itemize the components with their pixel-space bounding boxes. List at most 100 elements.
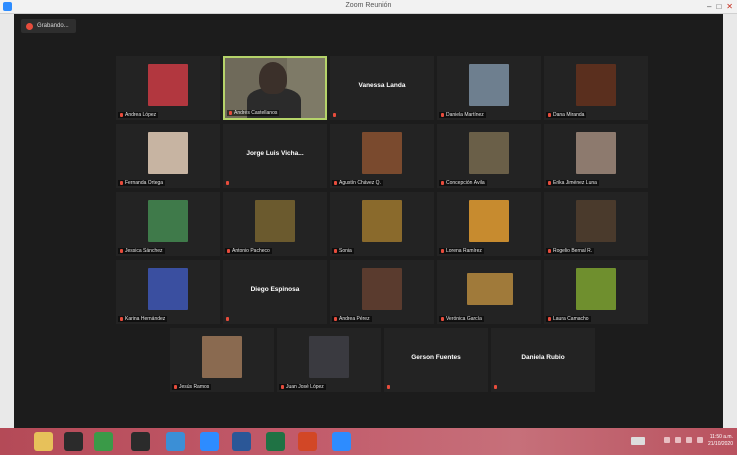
participant-tile[interactable]: Fernanda Ortega <box>116 124 220 188</box>
participant-avatar <box>362 268 402 310</box>
participant-avatar <box>362 200 402 242</box>
participant-tile[interactable]: Andrés Castellanos <box>223 56 327 120</box>
participant-tile[interactable]: Jessica Sánchez <box>116 192 220 256</box>
participant-avatar <box>576 132 616 174</box>
participant-name: Dana Miranda <box>553 112 585 118</box>
muted-mic-icon <box>548 248 551 253</box>
participant-name: Karina Hernández <box>125 316 166 322</box>
participant-tile[interactable]: Antonio Pacheco <box>223 192 327 256</box>
participant-name: Agustín Chávez Q. <box>339 180 381 186</box>
window-title: Zoom Reunión <box>345 2 392 9</box>
participant-tile[interactable]: Daniela Rubio <box>491 328 595 392</box>
tray-up-icon[interactable] <box>664 437 670 443</box>
muted-mic-icon <box>120 316 123 321</box>
battery-icon[interactable] <box>697 437 703 443</box>
participant-name: Concepción Ávila <box>446 180 485 186</box>
muted-mic-icon <box>226 317 229 321</box>
muted-mic-icon <box>334 248 337 253</box>
zoom-video-icon[interactable] <box>332 432 351 451</box>
keyboard-icon[interactable] <box>631 437 645 445</box>
participant-name-label: Jessica Sánchez <box>118 248 165 254</box>
participant-avatar <box>148 268 188 310</box>
participant-name-label: Karina Hernández <box>118 316 168 322</box>
participant-display-name: Vanessa Landa <box>358 82 406 89</box>
muted-mic-icon <box>548 112 551 117</box>
participant-tile[interactable]: Verónica García <box>437 260 541 324</box>
muted-mic-icon <box>226 181 229 185</box>
muted-mic-icon <box>441 180 444 185</box>
media-icon[interactable] <box>64 432 83 451</box>
recording-indicator[interactable]: Grabando... <box>21 19 76 33</box>
muted-mic-icon <box>281 384 284 389</box>
close-icon[interactable]: ✕ <box>726 1 733 12</box>
participant-name: Erika Jiménez Luna <box>553 180 597 186</box>
network-icon[interactable] <box>675 437 681 443</box>
participant-avatar <box>469 200 509 242</box>
participant-tile[interactable]: Jesús Ramos <box>170 328 274 392</box>
participant-avatar <box>576 64 616 106</box>
participant-name-label: Rogelio Bernal R. <box>546 248 595 254</box>
window-controls: – □ ✕ <box>707 1 733 12</box>
participant-display-name: Jorge Luis Vicha... <box>246 150 304 157</box>
powerpoint-icon[interactable] <box>298 432 317 451</box>
participant-name: Andrés Castellanos <box>234 110 278 116</box>
participant-name-label: Andrea López <box>118 112 159 118</box>
muted-mic-icon <box>120 248 123 253</box>
participant-name: Verónica García <box>446 316 482 322</box>
participant-tile[interactable]: Laura Camacho <box>544 260 648 324</box>
participant-name-label: Andrea Pérez <box>332 316 372 322</box>
participant-name-label: Concepción Ávila <box>439 180 487 186</box>
participant-tile[interactable]: Concepción Ávila <box>437 124 541 188</box>
participant-video <box>225 58 325 118</box>
participant-tile[interactable]: Erika Jiménez Luna <box>544 124 648 188</box>
participant-name-label: Erika Jiménez Luna <box>546 180 599 186</box>
participant-avatar <box>148 64 188 106</box>
muted-mic-icon <box>548 180 551 185</box>
participant-name: Daniela Martínez <box>446 112 484 118</box>
participant-tile[interactable]: Lorena Ramírez <box>437 192 541 256</box>
muted-mic-icon <box>334 180 337 185</box>
participant-name-label: Juan José López <box>279 384 326 390</box>
participant-name: Rogelio Bernal R. <box>553 248 593 254</box>
maximize-icon[interactable]: □ <box>716 1 721 12</box>
app-icon[interactable] <box>131 432 150 451</box>
participant-avatar <box>576 200 616 242</box>
participant-tile[interactable]: Diego Espinosa <box>223 260 327 324</box>
participant-name-label: Antonio Pacheco <box>225 248 272 254</box>
participant-name: Lorena Ramírez <box>446 248 482 254</box>
participant-tile[interactable]: Daniela Martínez <box>437 56 541 120</box>
taskbar-clock[interactable]: 11:50 a.m. 21/10/2020 <box>705 434 733 448</box>
volume-icon[interactable] <box>686 437 692 443</box>
chrome-icon[interactable] <box>94 432 113 451</box>
participant-tile[interactable]: Andrea Pérez <box>330 260 434 324</box>
participant-avatar <box>576 268 616 310</box>
excel-icon[interactable] <box>266 432 285 451</box>
participant-name-label: Daniela Martínez <box>439 112 486 118</box>
participant-tile[interactable]: Karina Hernández <box>116 260 220 324</box>
participant-tile[interactable]: Vanessa Landa <box>330 56 434 120</box>
muted-mic-icon <box>227 248 230 253</box>
participant-name-label: Verónica García <box>439 316 484 322</box>
ie-icon[interactable] <box>166 432 185 451</box>
participant-tile[interactable]: Gerson Fuentes <box>384 328 488 392</box>
muted-mic-icon <box>441 112 444 117</box>
participant-tile[interactable]: Dana Miranda <box>544 56 648 120</box>
participant-name-label: Dana Miranda <box>546 112 587 118</box>
participant-tile[interactable]: Andrea López <box>116 56 220 120</box>
participant-avatar <box>148 200 188 242</box>
participant-display-name: Gerson Fuentes <box>411 354 461 361</box>
participant-tile[interactable]: Rogelio Bernal R. <box>544 192 648 256</box>
word-icon[interactable] <box>232 432 251 451</box>
participant-tile[interactable]: Agustín Chávez Q. <box>330 124 434 188</box>
participant-tile[interactable]: Jorge Luis Vicha... <box>223 124 327 188</box>
participant-tile[interactable]: Juan José López <box>277 328 381 392</box>
minimize-icon[interactable]: – <box>707 1 711 12</box>
folder-icon[interactable] <box>34 432 53 451</box>
participant-name-label: Sonia <box>332 248 354 254</box>
participant-name-label: Andrés Castellanos <box>227 110 280 116</box>
muted-mic-icon <box>120 112 123 117</box>
participant-tile[interactable]: Sonia <box>330 192 434 256</box>
zoom-icon[interactable] <box>200 432 219 451</box>
participant-name: Juan José López <box>286 384 324 390</box>
clock-date: 21/10/2020 <box>707 441 733 447</box>
